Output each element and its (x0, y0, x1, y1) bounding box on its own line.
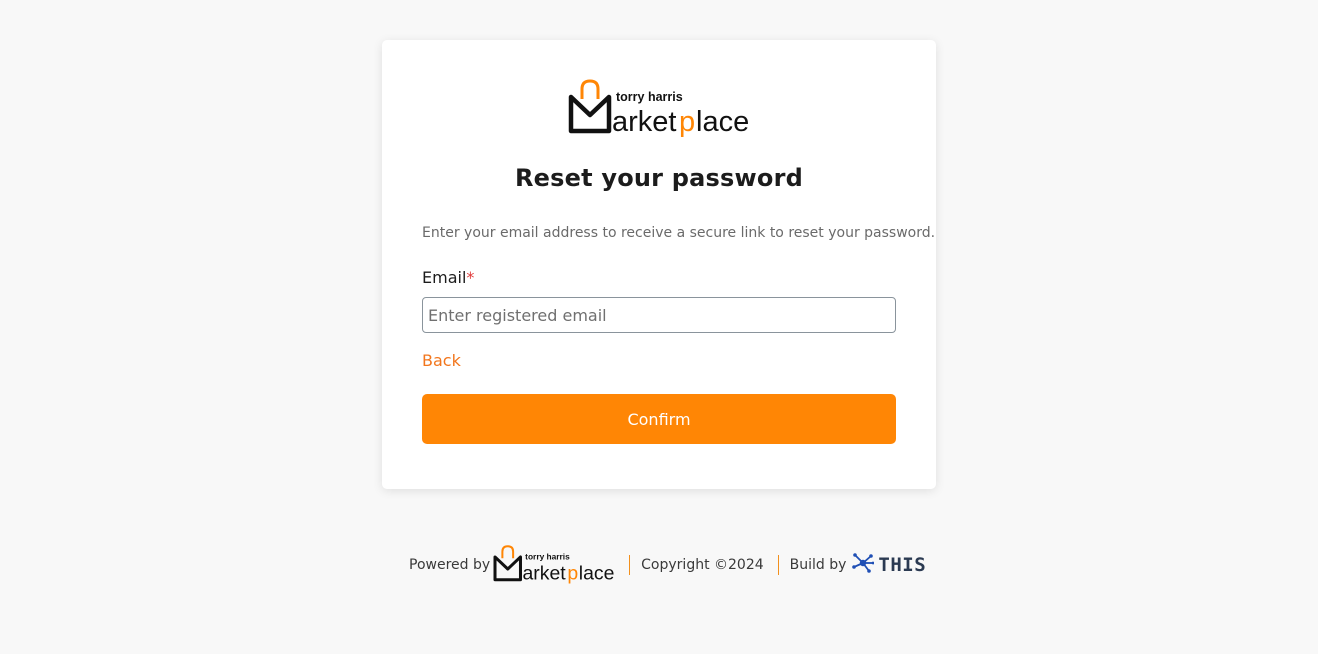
svg-text:lace: lace (579, 563, 615, 585)
svg-text:arket: arket (523, 563, 567, 585)
powered-by-text: Powered by (409, 557, 491, 573)
instruction-text: Enter your email address to receive a se… (422, 225, 936, 241)
svg-text:p: p (568, 563, 579, 585)
footer-divider (777, 555, 779, 575)
required-marker: * (466, 268, 475, 287)
svg-text:p: p (679, 106, 695, 138)
email-field[interactable] (422, 297, 896, 333)
back-link[interactable]: Back (422, 351, 461, 370)
email-label-text: Email (422, 268, 467, 287)
svg-text:lace: lace (696, 106, 749, 138)
confirm-button[interactable]: Confirm (422, 394, 896, 444)
marketplace-logo: torry harris arket p lace (568, 79, 750, 139)
copyright-text: Copyright ©2024 (641, 557, 764, 573)
this-logo: THIS (852, 552, 926, 578)
footer: Powered by torry harris arket p lace Cop… (409, 544, 926, 586)
page-title: Reset your password (515, 164, 803, 192)
svg-text:torry harris: torry harris (616, 90, 683, 104)
svg-text:arket: arket (612, 106, 676, 138)
svg-text:torry harris: torry harris (525, 552, 570, 562)
reset-password-card: torry harris arket p lace Reset your pas… (382, 40, 936, 489)
network-node-icon (852, 552, 875, 578)
email-label: Email* (422, 268, 474, 287)
footer-divider (629, 555, 631, 575)
footer-marketplace-logo: torry harris arket p lace (493, 544, 615, 586)
build-by-text: Build by (789, 557, 847, 573)
builder-name: THIS (878, 554, 927, 576)
